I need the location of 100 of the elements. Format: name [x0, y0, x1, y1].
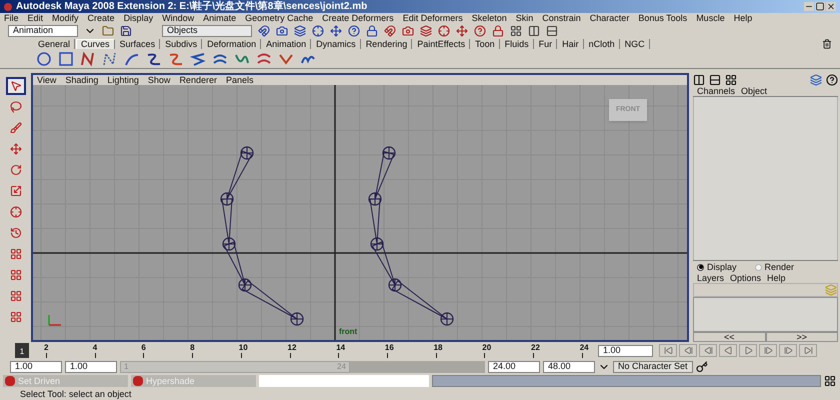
columns-icon[interactable] — [693, 74, 705, 86]
panel-menu-item[interactable]: Panels — [226, 76, 254, 84]
channel-box-menu[interactable]: Channels — [697, 87, 736, 96]
rows-icon[interactable] — [709, 74, 721, 86]
shelf-tab[interactable]: Subdivs — [161, 39, 202, 49]
panel-menu-item[interactable]: View — [37, 76, 56, 84]
shelf-tab[interactable]: Animation — [262, 39, 312, 49]
step-forward-icon[interactable] — [784, 346, 792, 355]
columns-icon[interactable] — [528, 24, 540, 36]
menu-item[interactable]: Create — [88, 14, 115, 22]
shelf-tab[interactable]: nCloth — [584, 39, 620, 49]
save-icon[interactable] — [120, 24, 132, 36]
menu-item[interactable]: Edit — [28, 14, 44, 22]
scroll-button[interactable]: << — [693, 332, 766, 342]
panel-menu-item[interactable]: Shading — [65, 76, 98, 84]
layers-icon[interactable] — [810, 74, 822, 86]
menu-item[interactable]: Help — [734, 14, 752, 22]
move-icon[interactable] — [330, 24, 342, 36]
time-slider[interactable]: 1 2 4 6 8 10 12 14 16 18 20 22 24 — [5, 342, 595, 359]
menu-item[interactable]: Geometry Cache — [245, 14, 314, 22]
step-back-icon[interactable] — [704, 346, 712, 355]
end-time-field[interactable]: 48.00 — [543, 360, 595, 372]
current-frame-marker[interactable]: 1 — [15, 343, 29, 358]
move-icon[interactable] — [456, 24, 468, 36]
skip-back-icon[interactable] — [664, 346, 672, 355]
menu-item[interactable]: Bonus Tools — [638, 14, 688, 22]
help-icon[interactable] — [826, 74, 838, 86]
camera-icon[interactable] — [402, 24, 414, 36]
selection-mask-field[interactable]: Objects — [162, 24, 252, 36]
radio-button[interactable] — [697, 264, 704, 270]
close-icon[interactable] — [826, 2, 836, 11]
rows-icon[interactable] — [546, 24, 558, 36]
lock-icon[interactable] — [492, 24, 504, 36]
menu-item[interactable]: Character — [590, 14, 630, 22]
dashed-curve-icon[interactable] — [102, 50, 118, 66]
shelf-tab[interactable]: Dynamics — [312, 39, 361, 49]
layer-menu[interactable]: Options — [730, 274, 762, 282]
menu-item[interactable]: Skeleton — [472, 14, 507, 22]
shelf-tab[interactable]: General — [34, 39, 76, 49]
crosshair-icon[interactable] — [312, 24, 324, 36]
folder-icon[interactable] — [102, 24, 114, 36]
range-start-field[interactable]: 1.00 — [65, 360, 117, 372]
start-time-field[interactable]: 1.00 — [10, 360, 62, 372]
shelf-tab[interactable]: NGC — [620, 39, 650, 49]
tool-button[interactable] — [6, 77, 26, 95]
script-editor-icon[interactable] — [824, 375, 836, 387]
minimize-icon[interactable] — [804, 2, 814, 11]
command-input[interactable] — [259, 375, 429, 387]
square-icon[interactable] — [58, 50, 74, 66]
shelf-tab[interactable]: Toon — [471, 39, 500, 49]
curve-icon[interactable] — [168, 50, 184, 66]
magnet-icon[interactable] — [384, 24, 396, 36]
mode-dropdown[interactable]: Animation — [8, 24, 78, 36]
menu-item[interactable]: Muscle — [696, 14, 725, 22]
circle-icon[interactable] — [36, 50, 52, 66]
trash-icon[interactable] — [822, 39, 832, 49]
waves-icon[interactable] — [256, 50, 272, 66]
layers-icon[interactable] — [420, 24, 432, 36]
play-reverse-icon[interactable] — [724, 346, 732, 355]
camera-icon[interactable] — [276, 24, 288, 36]
curve-icon[interactable] — [146, 50, 162, 66]
grid-icon[interactable] — [510, 24, 522, 36]
menu-item[interactable]: Constrain — [542, 14, 581, 22]
layer-menu[interactable]: Layers — [697, 274, 724, 282]
shelf-tab[interactable]: Rendering — [362, 39, 412, 49]
shelf-tab[interactable]: Fur — [534, 39, 558, 49]
current-frame-field[interactable]: 1.00 — [598, 344, 653, 356]
magnet-icon[interactable] — [258, 24, 270, 36]
crosshair-icon[interactable] — [438, 24, 450, 36]
menu-item[interactable]: Skin — [516, 14, 534, 22]
curve-icon[interactable] — [80, 50, 96, 66]
lock-icon[interactable] — [366, 24, 378, 36]
grid-icon[interactable] — [725, 74, 737, 86]
panel-menu-item[interactable]: Renderer — [179, 76, 217, 84]
menu-item[interactable]: File — [4, 14, 19, 22]
menu-item[interactable]: Display — [124, 14, 154, 22]
channel-box-menu[interactable]: Object — [741, 87, 768, 96]
character-set-field[interactable]: No Character Set — [613, 360, 693, 372]
menu-item[interactable]: Modify — [52, 14, 79, 22]
menu-item[interactable]: Animate — [203, 14, 236, 22]
layer-menu[interactable]: Help — [767, 274, 786, 282]
shelf-tab[interactable]: Deformation — [203, 39, 262, 49]
range-end-field[interactable]: 24.00 — [488, 360, 540, 372]
panel-menu-item[interactable]: Show — [148, 76, 170, 84]
menu-item[interactable]: Create Deformers — [322, 14, 394, 22]
step-back-icon[interactable] — [684, 346, 692, 355]
key-icon[interactable] — [696, 360, 708, 372]
shelf-tab[interactable]: Hair — [558, 39, 584, 49]
layers-icon[interactable] — [294, 24, 306, 36]
menu-item[interactable]: Edit Deformers — [402, 14, 463, 22]
shelf-tab[interactable]: PaintEffects — [413, 39, 470, 49]
step-forward-icon[interactable] — [764, 346, 772, 355]
menu-item[interactable]: Window — [162, 14, 194, 22]
scroll-button[interactable]: >> — [766, 332, 838, 342]
skip-forward-icon[interactable] — [804, 346, 812, 355]
radio-button[interactable] — [754, 264, 762, 270]
shelf-tab[interactable]: Curves — [76, 39, 115, 49]
shelf-tab[interactable]: Surfaces — [116, 39, 160, 49]
maximize-icon[interactable] — [815, 2, 825, 11]
help-icon[interactable] — [348, 24, 360, 36]
